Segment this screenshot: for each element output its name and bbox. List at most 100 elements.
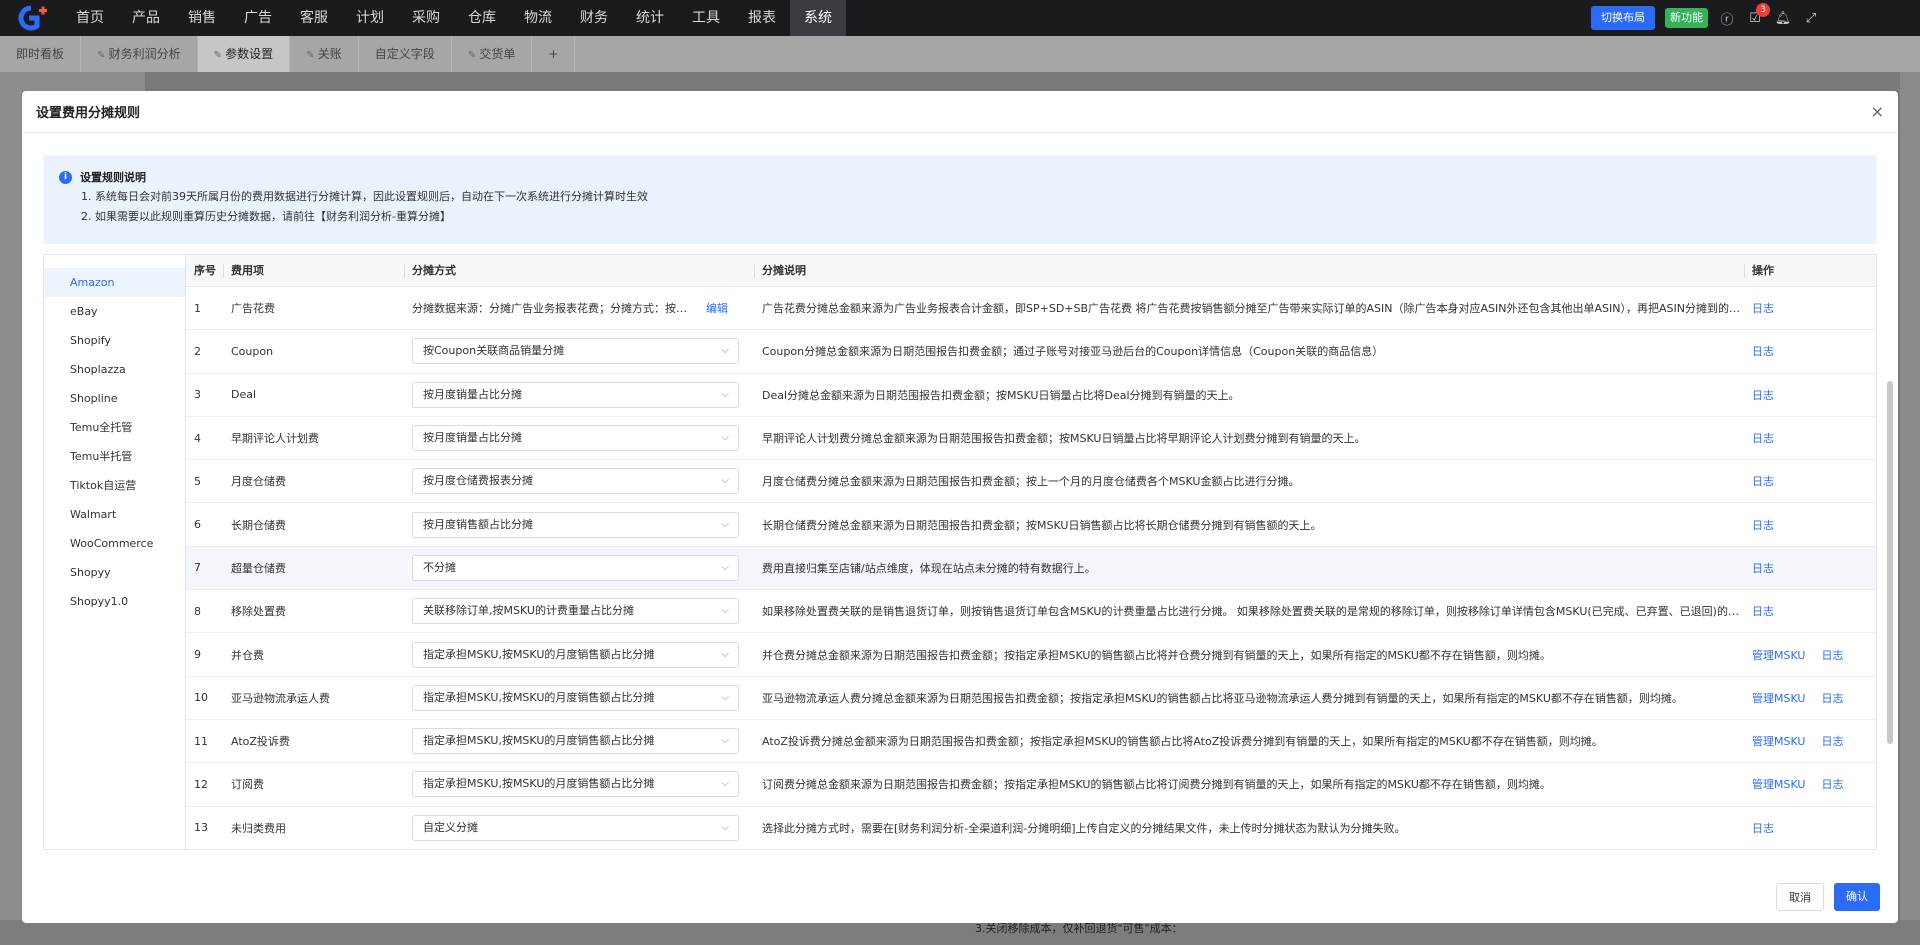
pin-icon: ✎ — [213, 50, 226, 61]
nav-item[interactable]: 产品 — [118, 0, 174, 36]
log-link[interactable]: 日志 — [1752, 300, 1774, 316]
platform-item[interactable]: WooCommerce — [44, 529, 185, 558]
nav-item[interactable]: 采购 — [398, 0, 454, 36]
nav-item[interactable]: 计划 — [342, 0, 398, 36]
task-icon[interactable]: ☑ 3 — [1746, 2, 1770, 26]
cancel-button[interactable]: 取消 — [1776, 883, 1824, 911]
app-logo[interactable] — [0, 0, 62, 36]
log-link[interactable]: 日志 — [1752, 603, 1774, 619]
row-method-cell: 指定承担MSKU,按MSKU的月度销售额占比分摊 ⌵ — [404, 684, 754, 711]
method-select[interactable]: 按月度销售额占比分摊 ⌵ — [412, 511, 739, 538]
table-row: 1广告花费分摊数据来源：分摊广告业务报表花费；分摊方式：按业务报表花费分摊编辑广… — [186, 287, 1876, 331]
log-link[interactable]: 日志 — [1752, 430, 1774, 446]
platform-item[interactable]: Walmart — [44, 500, 185, 529]
bell-icon[interactable]: 🔔︎ — [1774, 11, 1792, 26]
log-link[interactable]: 日志 — [1752, 560, 1774, 576]
platform-item[interactable]: Amazon — [44, 268, 185, 297]
nav-item[interactable]: 首页 — [62, 0, 118, 36]
tab-item[interactable]: ✎ 关账 — [290, 36, 359, 72]
tab-item[interactable]: ✎ 交货单 — [452, 36, 533, 72]
method-select[interactable]: 按月度销量占比分摊 ⌵ — [412, 425, 739, 452]
method-value: 按月度仓储费报表分摊 — [423, 474, 533, 488]
method-text: 分摊数据来源：分摊广告业务报表花费；分摊方式：按业务报表花费分摊 — [412, 302, 692, 316]
confirm-button[interactable]: 确认 — [1834, 883, 1880, 911]
log-link[interactable]: 日志 — [1752, 343, 1774, 359]
platform-item[interactable]: Shopyy — [44, 558, 185, 587]
row-desc: 广告花费分摊总金额来源为广告业务报表合计金额，即SP+SD+SB广告花费 将广告… — [762, 302, 1744, 316]
row-ops: 管理MSKU 日志 — [1744, 733, 1874, 749]
method-select[interactable]: 按月度销量占比分摊 ⌵ — [412, 381, 739, 408]
log-link[interactable]: 日志 — [1821, 647, 1843, 663]
switch-layout-button[interactable]: 切换布局 — [1591, 6, 1655, 30]
platform-item[interactable]: Tiktok自运营 — [44, 471, 185, 500]
nav-item[interactable]: 广告 — [230, 0, 286, 36]
edit-link[interactable]: 编辑 — [706, 300, 728, 316]
method-select[interactable]: 按月度仓储费报表分摊 ⌵ — [412, 468, 739, 495]
ops-wrap: 日志 — [1752, 300, 1874, 316]
row-method-cell: 指定承担MSKU,按MSKU的月度销售额占比分摊 ⌵ — [404, 728, 754, 755]
tab-item[interactable]: + — [532, 36, 576, 72]
log-link[interactable]: 日志 — [1821, 776, 1843, 792]
log-link[interactable]: 日志 — [1752, 387, 1774, 403]
nav-item[interactable]: 工具 — [678, 0, 734, 36]
nav-item[interactable]: 物流 — [510, 0, 566, 36]
method-select[interactable]: 按Coupon关联商品销量分摊 ⌵ — [412, 338, 739, 365]
fullscreen-icon[interactable]: ⤢ — [1802, 11, 1820, 26]
method-select[interactable]: 关联移除订单,按MSKU的计费重量占比分摊 ⌵ — [412, 598, 739, 625]
log-link[interactable]: 日志 — [1752, 517, 1774, 533]
top-right-tools: 切换布局 新功能 ⓡ ☑ 3 🔔︎ ⤢ — [1591, 0, 1920, 36]
platform-item[interactable]: Shopify — [44, 326, 185, 355]
col-method: 分摊方式 — [404, 255, 754, 287]
platform-item[interactable]: Temu全托管 — [44, 413, 185, 442]
nav-item[interactable]: 报表 — [734, 0, 790, 36]
platform-item[interactable]: Temu半托管 — [44, 442, 185, 471]
method-select[interactable]: 指定承担MSKU,按MSKU的月度销售额占比分摊 ⌵ — [412, 728, 739, 755]
row-desc: 早期评论人计划费分摊总金额来源为日期范围报告扣费金额；按MSKU日销量占比将早期… — [762, 432, 1366, 446]
method-value: 指定承担MSKU,按MSKU的月度销售额占比分摊 — [423, 690, 655, 704]
ops-wrap: 管理MSKU 日志 — [1752, 733, 1874, 749]
log-link[interactable]: 日志 — [1821, 733, 1843, 749]
manage-msku-link[interactable]: 管理MSKU — [1752, 690, 1805, 706]
tab-item[interactable]: 自定义字段 — [359, 36, 452, 72]
tab-item[interactable]: 即时看板 — [0, 36, 82, 72]
manage-msku-link[interactable]: 管理MSKU — [1752, 776, 1805, 792]
method-select[interactable]: 指定承担MSKU,按MSKU的月度销售额占比分摊 ⌵ — [412, 684, 739, 711]
row-no: 2 — [194, 344, 201, 358]
pin-icon: ✎ — [467, 50, 480, 61]
nav-item[interactable]: 系统 — [790, 0, 846, 36]
platform-item[interactable]: Shoplazza — [44, 355, 185, 384]
platform-item[interactable]: Shopline — [44, 384, 185, 413]
nav-item[interactable]: 销售 — [174, 0, 230, 36]
nav-item[interactable]: 统计 — [622, 0, 678, 36]
log-link[interactable]: 日志 — [1821, 690, 1843, 706]
method-select[interactable]: 自定义分摊 ⌵ — [412, 814, 739, 841]
log-link[interactable]: 日志 — [1752, 473, 1774, 489]
manage-msku-link[interactable]: 管理MSKU — [1752, 647, 1805, 663]
tab-item[interactable]: ✎ 财务利润分析 — [81, 36, 198, 72]
platform-item[interactable]: eBay — [44, 297, 185, 326]
close-icon[interactable]: × — [1871, 102, 1884, 121]
row-ops: 管理MSKU 日志 — [1744, 647, 1874, 663]
background-right — [1900, 72, 1920, 945]
new-feature-button[interactable]: 新功能 — [1665, 8, 1708, 28]
col-ops: 操作 — [1744, 255, 1874, 287]
method-select[interactable]: 不分摊 ⌵ — [412, 554, 739, 581]
nav-item[interactable]: 财务 — [566, 0, 622, 36]
chevron-down-icon: ⌵ — [721, 475, 729, 487]
tab-item[interactable]: ✎ 参数设置 — [197, 36, 291, 72]
rules-panel: Amazon eBay Shopify Shoplazza Shopline Temu全托… — [43, 254, 1877, 850]
manage-msku-link[interactable]: 管理MSKU — [1752, 733, 1805, 749]
method-select[interactable]: 指定承担MSKU,按MSKU的月度销售额占比分摊 ⌵ — [412, 771, 739, 798]
method-text-wrap: 分摊数据来源：分摊广告业务报表花费；分摊方式：按业务报表花费分摊编辑 — [412, 300, 754, 316]
top-nav-bar: 首页 产品 销售 广告 客服 计划 采购 仓库 物流 财务 统计 工具 报表 系统 切换布局 新功能 ⓡ … — [0, 0, 1920, 36]
nav-item[interactable]: 客服 — [286, 0, 342, 36]
method-select[interactable]: 指定承担MSKU,按MSKU的月度销售额占比分摊 ⌵ — [412, 641, 739, 668]
row-no: 11 — [194, 734, 208, 748]
log-link[interactable]: 日志 — [1752, 820, 1774, 836]
help-icon[interactable]: ⓡ — [1718, 9, 1736, 28]
table-row: 5 月度仓储费 按月度仓储费报表分摊 ⌵ 月度仓储费分摊总金额来源为日期范围报告扣费金额… — [186, 460, 1876, 504]
row-method-cell: 指定承担MSKU,按MSKU的月度销售额占比分摊 ⌵ — [404, 641, 754, 668]
table-scrollbar[interactable] — [1887, 381, 1893, 744]
nav-item[interactable]: 仓库 — [454, 0, 510, 36]
platform-item[interactable]: Shopyy1.0 — [44, 587, 185, 616]
